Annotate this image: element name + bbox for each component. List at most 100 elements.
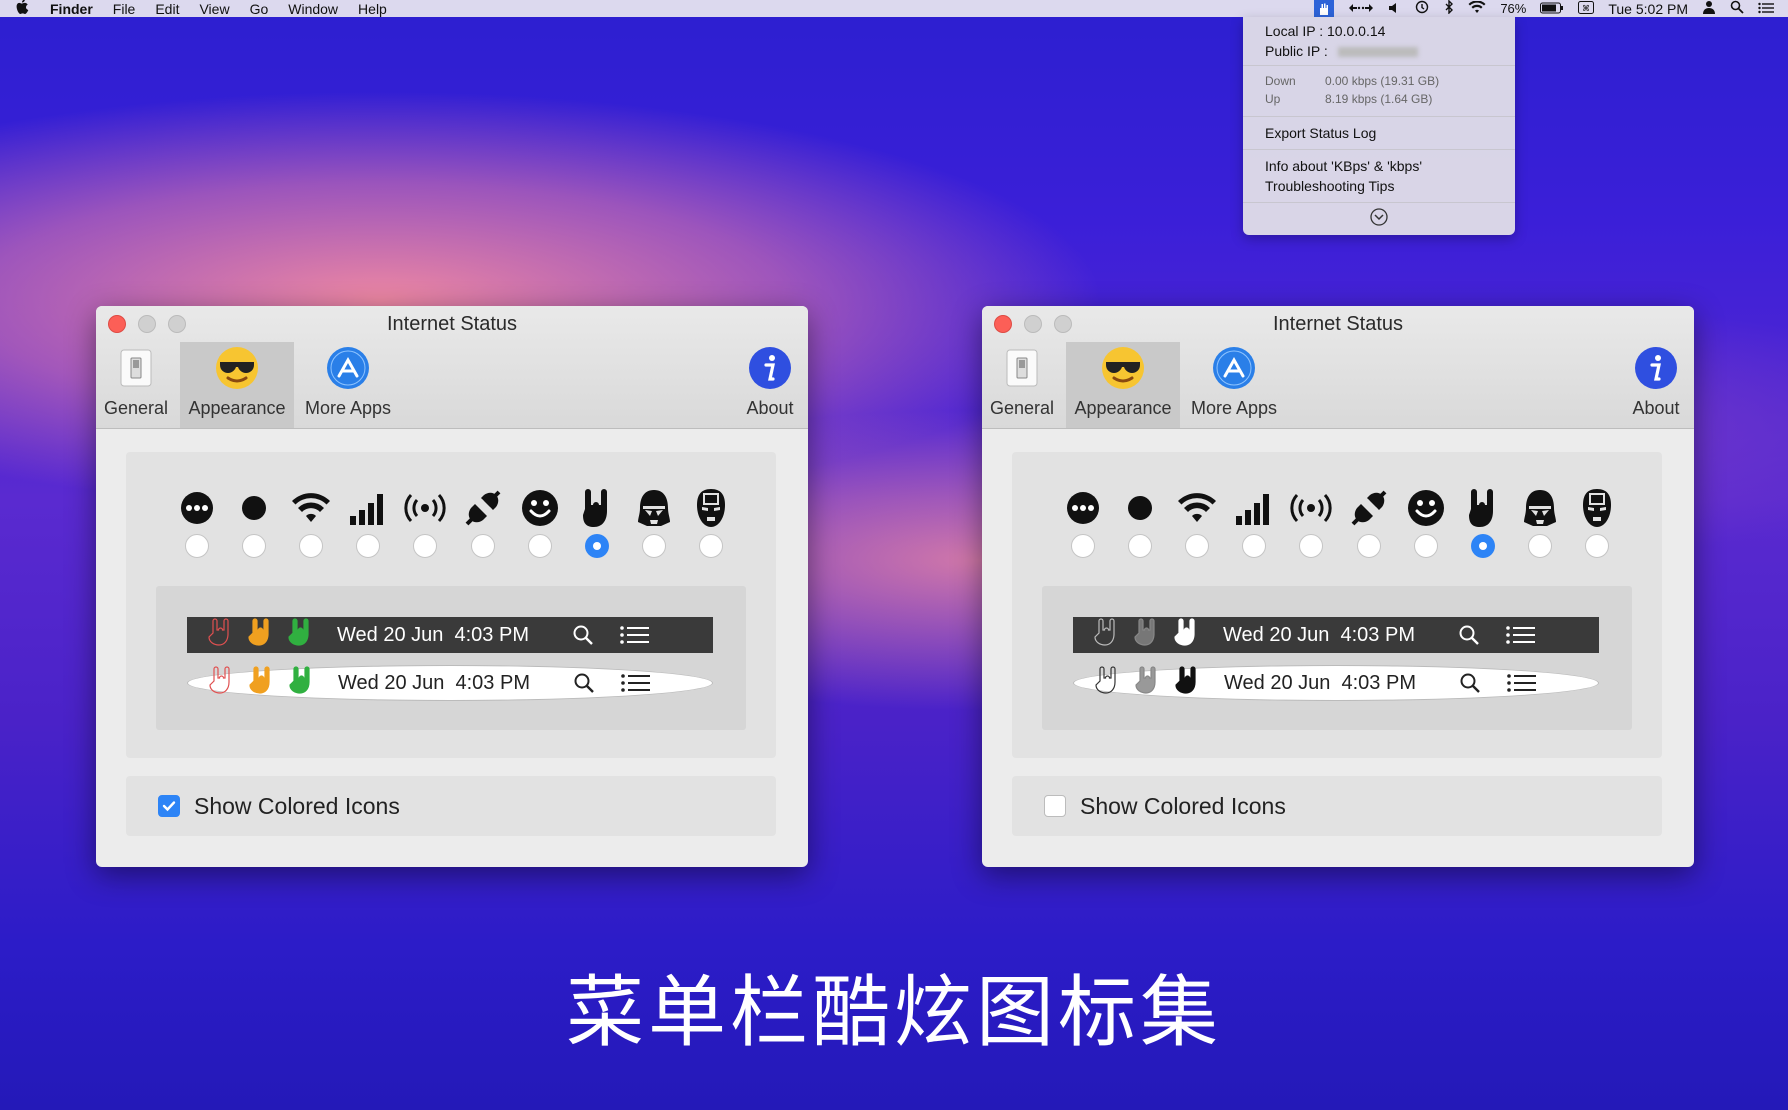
down-value: 0.00 kbps (19.31 GB) <box>1325 74 1440 88</box>
preview-hands <box>1073 617 1223 653</box>
icon-style-option[interactable] <box>288 488 334 558</box>
info-kbps-item[interactable]: Info about 'KBps' & 'kbps' <box>1265 156 1493 176</box>
icon-style-option[interactable] <box>174 488 220 558</box>
icon-style-option[interactable] <box>1060 488 1106 558</box>
icon-style-radio[interactable] <box>356 534 381 558</box>
tab-more-apps[interactable]: More Apps <box>300 342 396 428</box>
spotlight-icon[interactable] <box>1730 0 1744 17</box>
battery-icon[interactable] <box>1540 1 1564 17</box>
ironman-icon <box>695 488 727 528</box>
tab-appearance-label: Appearance <box>188 398 286 418</box>
tab-appearance[interactable]: Appearance <box>1066 342 1180 428</box>
list-icon <box>605 626 665 644</box>
icon-style-radio[interactable] <box>1128 534 1153 558</box>
icon-style-option[interactable] <box>345 488 391 558</box>
status-hand-icon[interactable] <box>1314 0 1335 17</box>
icon-style-radio[interactable] <box>185 534 209 558</box>
notification-center-icon[interactable] <box>1758 1 1774 17</box>
volume-icon[interactable] <box>1388 1 1400 17</box>
light-menubar-preview: Wed 20 Jun 4:03 PM <box>1073 665 1599 701</box>
dots-icon <box>179 488 215 528</box>
menu-go[interactable]: Go <box>250 1 269 17</box>
icon-style-radio[interactable] <box>1299 534 1324 558</box>
switch-icon <box>118 348 154 393</box>
preview-hands <box>188 665 338 701</box>
tab-about[interactable]: About <box>738 342 802 428</box>
menu-window[interactable]: Window <box>288 1 338 17</box>
icon-style-radio[interactable] <box>1242 534 1267 558</box>
icon-style-option[interactable] <box>402 488 448 558</box>
wifi-menubar-icon[interactable] <box>1468 0 1486 17</box>
export-status-log-item[interactable]: Export Status Log <box>1265 123 1493 143</box>
down-label: Down <box>1265 74 1296 88</box>
icon-style-radio[interactable] <box>1413 534 1438 558</box>
show-colored-icons-row: Show Colored Icons <box>126 776 776 836</box>
icon-style-radio[interactable] <box>299 534 324 558</box>
tab-general-label: General <box>103 398 169 418</box>
tab-about[interactable]: About <box>1624 342 1688 428</box>
icon-style-radio[interactable] <box>470 534 495 558</box>
preview-time: 4:03 PM <box>1340 623 1415 646</box>
icon-style-option[interactable] <box>688 488 734 558</box>
user-icon[interactable] <box>1702 0 1716 17</box>
window-title: Internet Status <box>386 313 518 335</box>
icon-style-radio[interactable] <box>1470 534 1495 558</box>
plug-icon <box>1349 488 1389 528</box>
tab-general[interactable]: General <box>988 342 1056 428</box>
list-icon <box>1492 674 1552 692</box>
icon-style-radio[interactable] <box>527 534 552 558</box>
icon-style-option[interactable] <box>1346 488 1392 558</box>
tab-general[interactable]: General <box>102 342 170 428</box>
icon-style-radio[interactable] <box>584 534 609 558</box>
up-label: Up <box>1265 92 1281 106</box>
menu-view[interactable]: View <box>199 1 229 17</box>
troubleshooting-tips-item[interactable]: Troubleshooting Tips <box>1265 176 1493 196</box>
dot-icon <box>236 488 272 528</box>
show-colored-icons-checkbox[interactable] <box>1044 795 1066 817</box>
icon-style-option[interactable] <box>460 488 506 558</box>
icon-style-option[interactable] <box>517 488 563 558</box>
icon-style-option[interactable] <box>231 488 277 558</box>
icon-style-option[interactable] <box>1460 488 1506 558</box>
icon-style-option[interactable] <box>1174 488 1220 558</box>
preferences-toolbar: General Appearance More Apps About <box>982 342 1694 428</box>
caption-text: 菜单栏酷炫图标集 <box>565 968 1222 1058</box>
icon-style-option[interactable] <box>631 488 677 558</box>
tab-appearance[interactable]: Appearance <box>180 342 294 428</box>
menubar-preview: Wed 20 Jun 4:03 PM Wed 20 Jun 4:03 PM <box>156 586 746 730</box>
icon-style-radio[interactable] <box>242 534 267 558</box>
menu-app-name[interactable]: Finder <box>50 1 93 17</box>
icon-style-option[interactable] <box>1288 488 1334 558</box>
battery-percent[interactable]: 76% <box>1500 1 1526 16</box>
menu-file[interactable]: File <box>113 1 136 17</box>
icon-style-option[interactable] <box>1231 488 1277 558</box>
show-colored-icons-checkbox[interactable] <box>158 795 180 817</box>
menu-edit[interactable]: Edit <box>155 1 179 17</box>
time-machine-icon[interactable] <box>1414 0 1430 17</box>
dark-menubar-preview: Wed 20 Jun 4:03 PM <box>187 617 713 653</box>
hand-status-icon <box>1134 617 1162 653</box>
icon-style-radio[interactable] <box>1185 534 1210 558</box>
icon-style-option[interactable] <box>574 488 620 558</box>
network-arrows-icon[interactable] <box>1348 1 1374 17</box>
public-ip-label: Public IP <box>1265 43 1320 59</box>
local-ip-label: Local IP <box>1265 23 1316 39</box>
icon-style-radio[interactable] <box>1527 534 1552 558</box>
menubar-clock[interactable]: Tue 5:02 PM <box>1608 1 1688 17</box>
icon-style-radio[interactable] <box>1071 534 1095 558</box>
icon-style-option[interactable] <box>1574 488 1620 558</box>
icon-style-option[interactable] <box>1117 488 1163 558</box>
icon-style-radio[interactable] <box>698 534 723 558</box>
tab-more-apps[interactable]: More Apps <box>1186 342 1282 428</box>
bluetooth-icon[interactable] <box>1444 0 1454 17</box>
icon-style-radio[interactable] <box>413 534 438 558</box>
apple-icon[interactable] <box>16 0 30 18</box>
icon-style-option[interactable] <box>1517 488 1563 558</box>
icon-style-radio[interactable] <box>1584 534 1609 558</box>
icon-style-option[interactable] <box>1403 488 1449 558</box>
input-source-icon[interactable]: ⌘ <box>1578 0 1595 17</box>
menu-help[interactable]: Help <box>358 1 387 17</box>
expand-chevron-icon[interactable] <box>1243 203 1515 230</box>
icon-style-radio[interactable] <box>641 534 666 558</box>
icon-style-radio[interactable] <box>1356 534 1381 558</box>
